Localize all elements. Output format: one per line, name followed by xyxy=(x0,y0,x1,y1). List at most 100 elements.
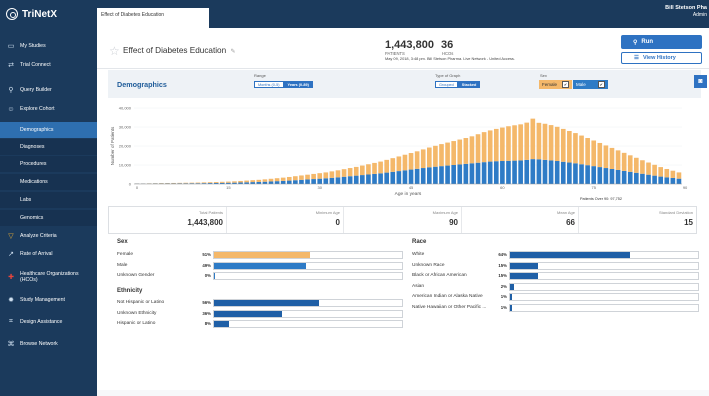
bar-male[interactable] xyxy=(567,162,572,184)
race-row[interactable]: Native Hawaiian or Other Pacific ... 1% xyxy=(412,303,703,313)
bar-male[interactable] xyxy=(652,175,657,184)
sidebar-item-browse-network[interactable]: ⌘ Browse Network xyxy=(0,336,97,352)
bar-male[interactable] xyxy=(469,163,475,184)
bar-female[interactable] xyxy=(627,155,633,172)
bar-male[interactable] xyxy=(542,159,548,184)
bar-male[interactable] xyxy=(347,176,353,184)
bar-male[interactable] xyxy=(548,160,554,184)
bar-female[interactable] xyxy=(591,140,597,167)
bar-male[interactable] xyxy=(493,161,499,184)
bar-female[interactable] xyxy=(439,144,444,167)
bar-female[interactable] xyxy=(183,182,189,184)
sidebar-item-my-studies[interactable]: ▭ My Studies xyxy=(0,38,97,54)
bar-female[interactable] xyxy=(189,182,195,184)
bar-female[interactable] xyxy=(658,167,664,177)
bar-female[interactable] xyxy=(609,147,615,169)
bar-male[interactable] xyxy=(554,161,560,184)
bar-male[interactable] xyxy=(597,167,603,184)
bar-female[interactable] xyxy=(378,161,383,174)
favorite-star-icon[interactable]: ☆ xyxy=(109,44,120,58)
bar-female[interactable] xyxy=(353,166,359,176)
sidebar-item-labs[interactable]: Labs xyxy=(0,192,97,208)
bar-female[interactable] xyxy=(274,178,280,182)
bar-male[interactable] xyxy=(402,170,408,184)
bar-male[interactable] xyxy=(335,177,341,184)
ethnicity-row[interactable]: Not Hispanic or Latino 56% xyxy=(117,298,407,308)
sidebar-item-query-builder[interactable]: ⚲ Query Builder xyxy=(0,82,97,98)
bar-female[interactable] xyxy=(286,176,292,181)
bar-female[interactable] xyxy=(226,181,231,183)
bar-male[interactable] xyxy=(487,161,493,184)
camera-icon[interactable]: ◙ xyxy=(694,75,707,88)
bar-male[interactable] xyxy=(396,171,402,184)
bar-male[interactable] xyxy=(475,162,481,184)
bar-female[interactable] xyxy=(335,170,341,178)
bar-male[interactable] xyxy=(280,180,286,184)
bar-male[interactable] xyxy=(293,180,298,184)
bar-male[interactable] xyxy=(420,168,426,184)
bar-female[interactable] xyxy=(366,164,371,175)
bar-female[interactable] xyxy=(469,136,475,164)
bar-male[interactable] xyxy=(457,164,463,184)
bar-male[interactable] xyxy=(646,174,651,184)
bar-male[interactable] xyxy=(299,179,304,184)
bar-male[interactable] xyxy=(426,167,432,184)
bar-male[interactable] xyxy=(268,181,274,184)
graph-stacked-option[interactable]: Stacked xyxy=(457,81,481,88)
sidebar-item-explore-cohort[interactable]: ☺ Explore Cohort xyxy=(0,101,97,117)
bar-male[interactable] xyxy=(560,161,566,184)
sidebar-item-demographics[interactable]: Demographics xyxy=(0,122,97,138)
bar-male[interactable] xyxy=(366,174,371,185)
bar-female[interactable] xyxy=(280,177,286,181)
bar-female[interactable] xyxy=(372,162,377,174)
bar-female[interactable] xyxy=(293,176,298,181)
bar-female[interactable] xyxy=(585,138,590,166)
bar-female[interactable] xyxy=(207,182,213,184)
bar-female[interactable] xyxy=(433,145,438,167)
bar-female[interactable] xyxy=(457,139,463,165)
bar-female[interactable] xyxy=(524,122,530,160)
bar-female[interactable] xyxy=(268,178,274,182)
bar-male[interactable] xyxy=(451,165,456,184)
bar-female[interactable] xyxy=(414,151,420,169)
edit-pencil-icon[interactable]: ✎ xyxy=(230,49,235,55)
bar-female[interactable] xyxy=(213,182,219,183)
bar-female[interactable] xyxy=(420,149,426,169)
race-row[interactable]: American Indian or Alaska Native 1% xyxy=(412,292,703,302)
bar-male[interactable] xyxy=(439,166,444,184)
bar-male[interactable] xyxy=(311,179,316,184)
bar-male[interactable] xyxy=(621,170,627,184)
bar-male[interactable] xyxy=(414,168,420,184)
bar-male[interactable] xyxy=(262,181,268,184)
sidebar-item-study-management[interactable]: ✹ Study Management xyxy=(0,292,97,308)
bar-female[interactable] xyxy=(219,181,225,183)
female-checkbox-icon[interactable]: ✔ xyxy=(562,81,570,88)
bar-female[interactable] xyxy=(548,125,554,161)
bar-female[interactable] xyxy=(238,180,243,183)
bar-male[interactable] xyxy=(244,182,249,184)
bar-male[interactable] xyxy=(500,161,505,184)
bar-female[interactable] xyxy=(445,142,450,166)
bar-female[interactable] xyxy=(579,135,584,165)
bar-male[interactable] xyxy=(274,181,280,184)
bar-female[interactable] xyxy=(506,126,511,161)
bar-female[interactable] xyxy=(341,169,347,177)
run-button[interactable]: ⚲ Run xyxy=(621,35,702,49)
bar-male[interactable] xyxy=(384,172,390,184)
sidebar-item-healthcare-organizations-hcos[interactable]: ✚ Healthcare Organizations (HCOs) xyxy=(0,266,97,288)
bar-male[interactable] xyxy=(676,178,682,184)
bar-male[interactable] xyxy=(286,180,292,184)
bar-female[interactable] xyxy=(615,150,621,170)
bar-male[interactable] xyxy=(256,181,262,184)
race-row[interactable]: Black or African American 15% xyxy=(412,271,703,281)
bar-female[interactable] xyxy=(396,156,402,172)
sidebar-item-medications[interactable]: Medications xyxy=(0,174,97,190)
bar-male[interactable] xyxy=(433,166,438,184)
bar-female[interactable] xyxy=(493,128,499,162)
bar-male[interactable] xyxy=(530,159,536,184)
sidebar-item-design-assistance[interactable]: ⌗ Design Assistance xyxy=(0,314,97,330)
bar-male[interactable] xyxy=(360,175,365,184)
bar-male[interactable] xyxy=(341,176,347,184)
ethnicity-row[interactable]: Unknown Ethnicity 36% xyxy=(117,309,407,319)
bar-male[interactable] xyxy=(481,162,487,184)
